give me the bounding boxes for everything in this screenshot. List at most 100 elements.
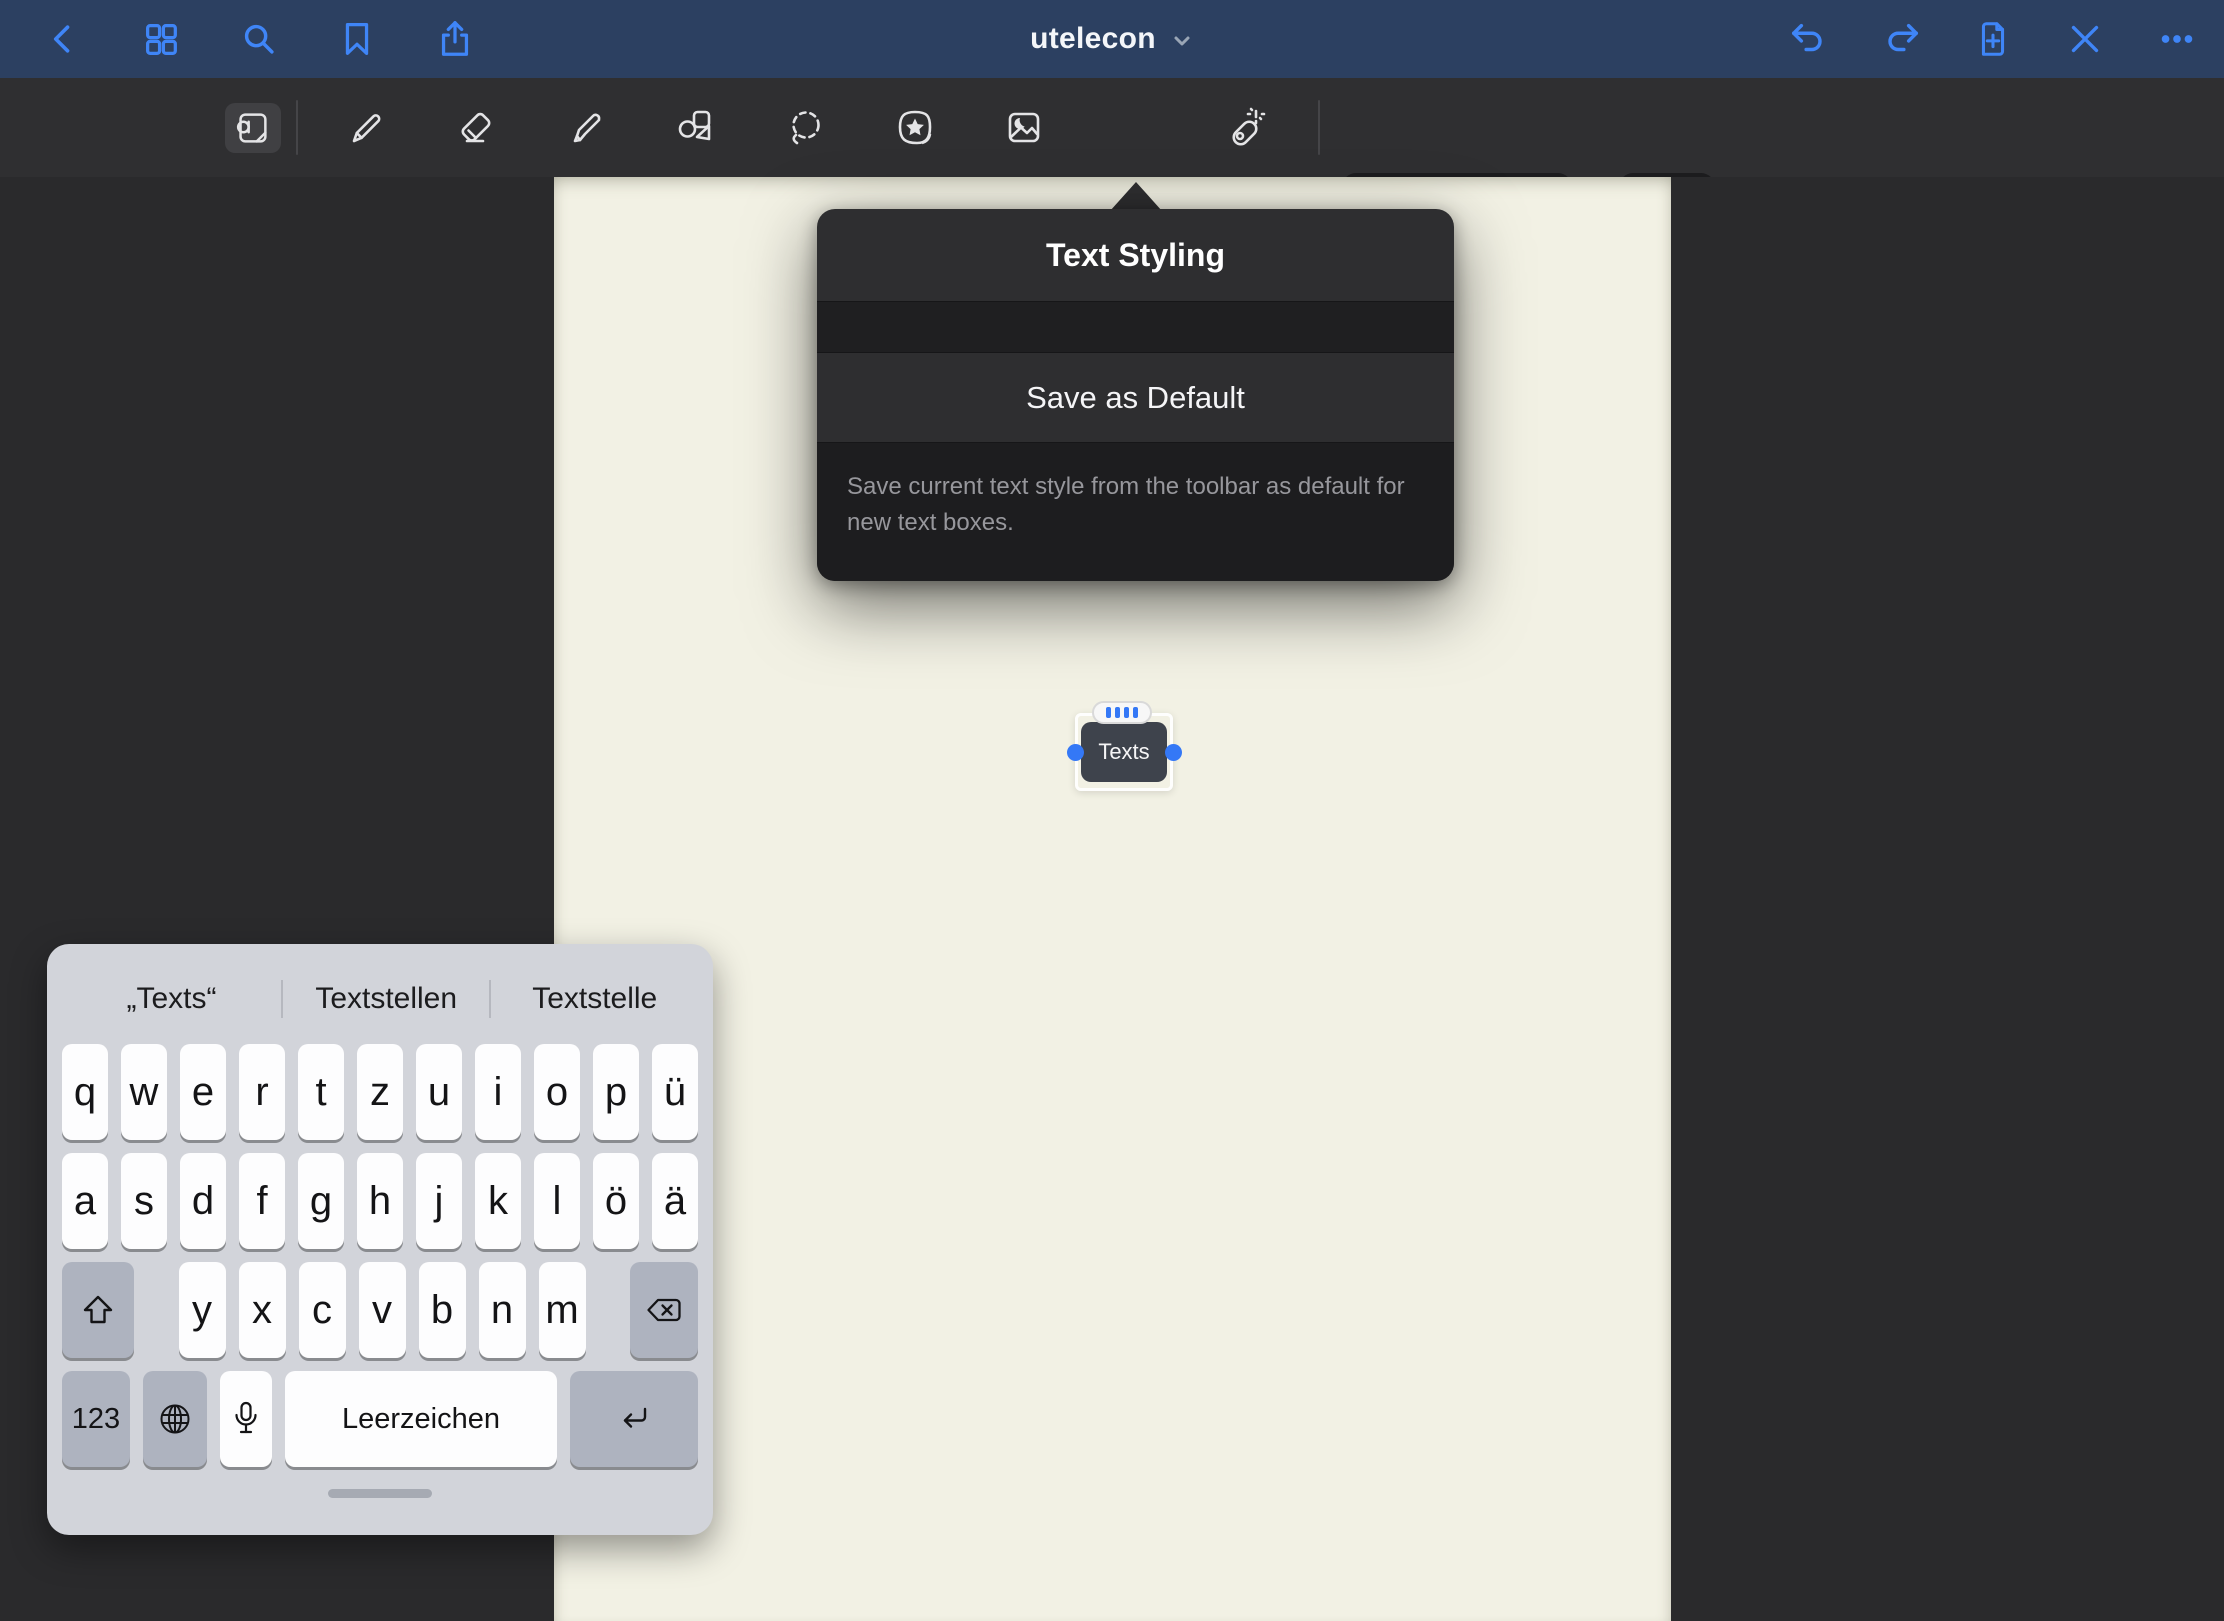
reader-mode-button[interactable] bbox=[220, 78, 284, 177]
key-e[interactable]: e bbox=[180, 1044, 226, 1140]
key-ae[interactable]: ä bbox=[652, 1153, 698, 1249]
handle-bar bbox=[1115, 707, 1120, 718]
key-i[interactable]: i bbox=[475, 1044, 521, 1140]
eraser-tool[interactable] bbox=[445, 78, 509, 177]
back-button[interactable] bbox=[40, 16, 86, 62]
redo-button[interactable] bbox=[1878, 16, 1924, 62]
key-s[interactable]: s bbox=[121, 1153, 167, 1249]
key-v[interactable]: v bbox=[359, 1262, 406, 1358]
space-key[interactable]: Leerzeichen bbox=[285, 1371, 557, 1467]
laser-pointer-tool[interactable] bbox=[1213, 78, 1277, 177]
popover-description: Save current text style from the toolbar… bbox=[817, 443, 1454, 581]
key-a[interactable]: a bbox=[62, 1153, 108, 1249]
key-g[interactable]: g bbox=[298, 1153, 344, 1249]
key-x[interactable]: x bbox=[239, 1262, 286, 1358]
handle-bar bbox=[1124, 707, 1129, 718]
highlighter-tool[interactable] bbox=[555, 78, 619, 177]
reader-mode-icon bbox=[231, 107, 273, 149]
image-icon bbox=[1002, 106, 1046, 150]
popover-title: Text Styling bbox=[817, 209, 1454, 301]
textbox-resize-handle-right[interactable] bbox=[1165, 744, 1182, 761]
textbox-drag-handle[interactable] bbox=[1092, 701, 1152, 724]
suggestion-literal[interactable]: „Texts“ bbox=[62, 982, 281, 1016]
toolbar-divider bbox=[1318, 100, 1320, 155]
suggestion-bar: „Texts“ Textstellen Textstelle bbox=[62, 966, 698, 1032]
pen-icon bbox=[344, 106, 388, 150]
bookmark-button[interactable] bbox=[334, 16, 380, 62]
numbers-key[interactable]: 123 bbox=[62, 1371, 130, 1467]
globe-key[interactable] bbox=[143, 1371, 207, 1467]
selected-textbox[interactable]: Texts bbox=[1081, 722, 1167, 782]
key-u[interactable]: u bbox=[416, 1044, 462, 1140]
globe-icon bbox=[158, 1402, 192, 1436]
shapes-icon bbox=[673, 106, 717, 150]
row3-spacer bbox=[147, 1262, 166, 1358]
undo-button[interactable] bbox=[1786, 16, 1832, 62]
share-icon bbox=[434, 18, 476, 60]
key-oe[interactable]: ö bbox=[593, 1153, 639, 1249]
backspace-icon bbox=[645, 1296, 683, 1324]
shapes-tool[interactable] bbox=[663, 78, 727, 177]
onscreen-keyboard: „Texts“ Textstellen Textstelle q w e r t… bbox=[47, 944, 713, 1535]
microphone-icon bbox=[233, 1401, 259, 1437]
search-button[interactable] bbox=[236, 16, 282, 62]
textbox-text: Texts bbox=[1098, 739, 1149, 765]
popover-section-divider bbox=[817, 301, 1454, 353]
keyboard-drag-handle[interactable] bbox=[328, 1489, 432, 1498]
exit-pen-mode-button[interactable] bbox=[2062, 16, 2108, 62]
key-row-3: y x c v b n m bbox=[62, 1262, 698, 1358]
highlighter-icon bbox=[565, 106, 609, 150]
chevron-down-icon bbox=[1170, 29, 1194, 53]
ellipsis-icon bbox=[2156, 18, 2198, 60]
shift-key[interactable] bbox=[62, 1262, 134, 1358]
key-p[interactable]: p bbox=[593, 1044, 639, 1140]
key-q[interactable]: q bbox=[62, 1044, 108, 1140]
share-button[interactable] bbox=[432, 16, 478, 62]
key-h[interactable]: h bbox=[357, 1153, 403, 1249]
add-page-icon bbox=[1972, 18, 2014, 60]
key-b[interactable]: b bbox=[419, 1262, 466, 1358]
key-f[interactable]: f bbox=[239, 1153, 285, 1249]
toolbar-divider bbox=[296, 100, 298, 155]
save-as-default-label: Save as Default bbox=[1026, 380, 1245, 416]
bookmark-icon bbox=[336, 18, 378, 60]
key-r[interactable]: r bbox=[239, 1044, 285, 1140]
key-o[interactable]: o bbox=[534, 1044, 580, 1140]
key-ue[interactable]: ü bbox=[652, 1044, 698, 1140]
key-row-2: a s d f g h j k l ö ä bbox=[62, 1153, 698, 1249]
key-t[interactable]: t bbox=[298, 1044, 344, 1140]
key-row-4: 123 Leerzeichen bbox=[62, 1371, 698, 1467]
grid-icon bbox=[140, 18, 182, 60]
key-n[interactable]: n bbox=[479, 1262, 526, 1358]
key-w[interactable]: w bbox=[121, 1044, 167, 1140]
key-m[interactable]: m bbox=[539, 1262, 586, 1358]
search-icon bbox=[238, 18, 280, 60]
key-z[interactable]: z bbox=[357, 1044, 403, 1140]
shift-icon bbox=[80, 1293, 116, 1327]
key-y[interactable]: y bbox=[179, 1262, 226, 1358]
pen-tool[interactable] bbox=[334, 78, 398, 177]
back-chevron-icon bbox=[43, 19, 83, 59]
key-c[interactable]: c bbox=[299, 1262, 346, 1358]
suggestion-2[interactable]: Textstelle bbox=[491, 982, 698, 1016]
page-overview-button[interactable] bbox=[138, 16, 184, 62]
image-tool[interactable] bbox=[992, 78, 1056, 177]
key-l[interactable]: l bbox=[534, 1153, 580, 1249]
return-key[interactable] bbox=[570, 1371, 698, 1467]
lasso-icon bbox=[784, 106, 828, 150]
save-as-default-button[interactable]: Save as Default bbox=[817, 353, 1454, 443]
key-d[interactable]: d bbox=[180, 1153, 226, 1249]
sticker-tool[interactable] bbox=[883, 78, 947, 177]
key-k[interactable]: k bbox=[475, 1153, 521, 1249]
lasso-tool[interactable] bbox=[774, 78, 838, 177]
dictation-key[interactable] bbox=[220, 1371, 272, 1467]
key-row-1: q w e r t z u i o p ü bbox=[62, 1044, 698, 1140]
key-j[interactable]: j bbox=[416, 1153, 462, 1249]
add-page-button[interactable] bbox=[1970, 16, 2016, 62]
more-options-button[interactable] bbox=[2154, 16, 2200, 62]
nav-left-group bbox=[40, 0, 478, 78]
redo-icon bbox=[1880, 18, 1922, 60]
suggestion-1[interactable]: Textstellen bbox=[283, 982, 490, 1016]
backspace-key[interactable] bbox=[630, 1262, 698, 1358]
textbox-resize-handle-left[interactable] bbox=[1067, 744, 1084, 761]
